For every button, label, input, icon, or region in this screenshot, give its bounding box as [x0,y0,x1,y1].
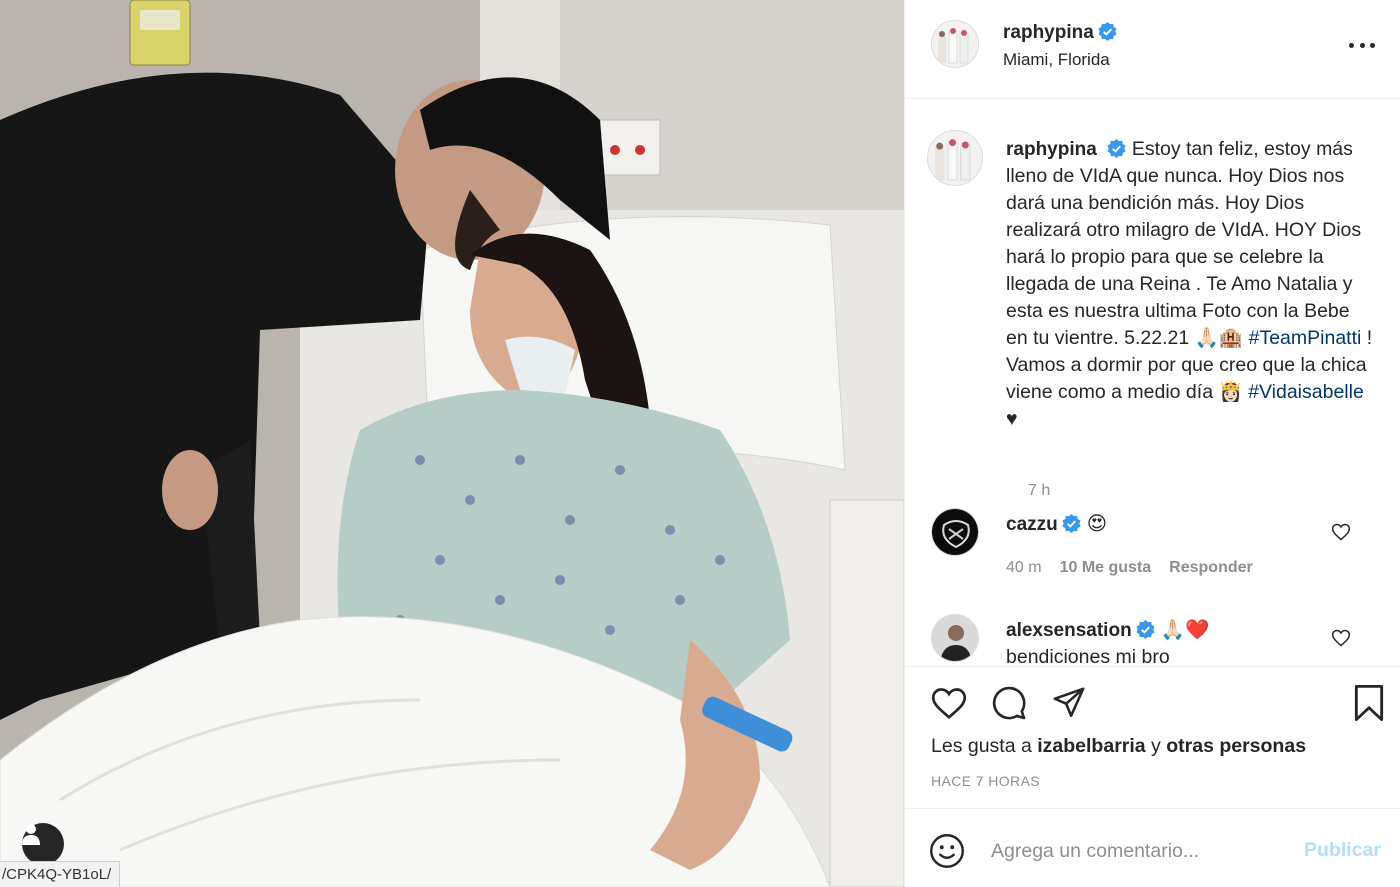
verified-badge-icon [1136,620,1155,639]
likes-conjunction: y [1145,735,1167,757]
liker-username[interactable]: izabelbarria [1037,735,1145,757]
tagged-users-button[interactable] [22,823,64,865]
commenter-avatar[interactable] [931,508,979,556]
post-location[interactable]: Miami, Florida [1003,50,1110,70]
avatar-image [928,131,982,185]
comment-text: 🙏🏻❤️ [1160,619,1210,641]
comment-timestamp[interactable]: 40 m [1006,559,1042,576]
like-button[interactable] [929,683,969,723]
more-options-button[interactable] [1349,35,1375,55]
caption-timestamp[interactable]: 7 h [1028,482,1050,500]
add-comment-form: Publicar [905,808,1400,887]
more-dot [1370,42,1375,48]
likes-prefix: Les gusta a [931,735,1038,757]
bookmark-icon [1354,684,1384,722]
share-button[interactable] [1049,683,1089,723]
emoji-icon[interactable] [929,833,965,869]
comment-text-continued: bendiciones mi bro [1006,646,1170,666]
post-sidebar: raphypina Miami, Florida raphypina Estoy… [904,0,1400,887]
avatar-image [932,509,978,555]
heart-icon [931,688,967,720]
more-dot [1359,42,1365,48]
commenter-avatar[interactable] [931,614,979,662]
likes-summary: Les gusta a izabelbarria y otras persona… [931,735,1306,758]
caption-body: Estoy tan feliz, estoy más lleno de VIdA… [1006,138,1362,349]
reply-button[interactable]: Responder [1169,559,1253,576]
status-url-tooltip: /CPK4Q-YB1oL/ [0,861,121,887]
photo-illustration [0,0,904,887]
caption-text: raphypina Estoy tan feliz, estoy más llen… [1006,136,1376,433]
heart-icon[interactable] [1331,522,1351,542]
paper-plane-icon [1053,687,1085,718]
person-icon [22,824,40,845]
caption-body: ♥ [1006,408,1018,430]
avatar-image [932,21,978,67]
comment-text: 😍 [1086,513,1108,535]
verified-badge-icon [1062,514,1081,533]
comment-input[interactable] [991,835,1291,867]
heart-icon[interactable] [1331,628,1351,648]
author-username[interactable]: raphypina [1003,22,1094,43]
comments-list[interactable]: raphypina Estoy tan feliz, estoy más llen… [905,100,1400,666]
save-button[interactable] [1349,683,1389,723]
publish-button[interactable]: Publicar [1304,839,1381,862]
other-likers-link[interactable]: otras personas [1166,735,1306,757]
author-avatar[interactable] [931,20,979,68]
hashtag-link[interactable]: #Vidaisabelle [1248,381,1364,403]
comment-meta: 40 m 10 Me gusta Responder [1006,559,1253,577]
post-timestamp[interactable]: HACE 7 HORAS [931,773,1040,789]
commenter-username[interactable]: alexsensation [1006,620,1132,641]
verified-badge-icon [1107,139,1126,158]
comment-likes-count[interactable]: 10 Me gusta [1060,559,1152,576]
comment-icon [992,686,1026,720]
avatar-image [932,615,978,661]
verified-badge-icon [1098,22,1117,41]
more-horizontal-icon [1349,42,1354,48]
comment-line: cazzu 😍 [1006,512,1107,536]
caption-username[interactable]: raphypina [1006,139,1097,160]
post-photo[interactable]: /CPK4Q-YB1oL/ [0,0,904,887]
comment-button[interactable] [989,683,1029,723]
post-header: raphypina Miami, Florida [905,0,1400,99]
comment-line: alexsensation 🙏🏻❤️ [1006,618,1209,642]
commenter-username[interactable]: cazzu [1006,514,1058,535]
author-name-row: raphypina [1003,22,1117,44]
hashtag-link[interactable]: #TeamPinatti [1249,327,1362,349]
caption-author-avatar[interactable] [927,130,983,186]
post-actions: Les gusta a izabelbarria y otras persona… [905,666,1400,808]
